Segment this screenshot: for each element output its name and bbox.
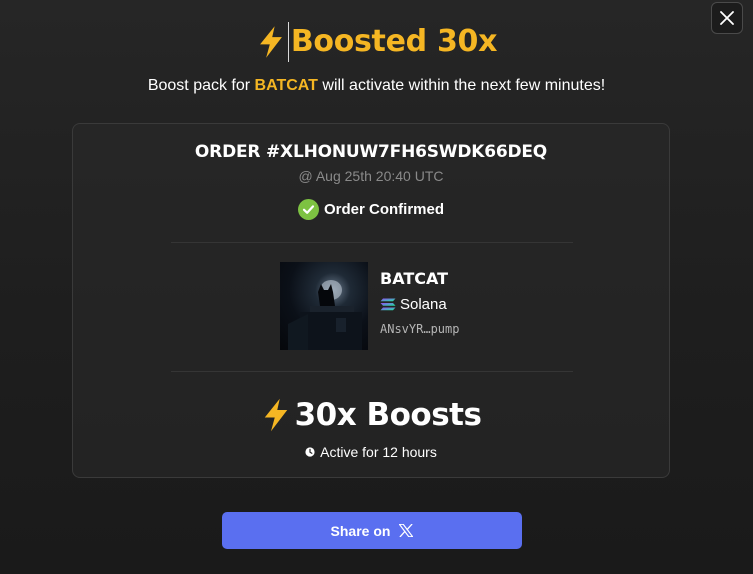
subtitle-token: BATCAT — [254, 77, 318, 94]
subtitle: Boost pack for BATCAT will activate with… — [0, 77, 753, 95]
modal-title: Boosted 30x — [0, 22, 753, 62]
check-circle-icon — [297, 199, 319, 220]
order-card: ORDER #XLHONUW7FH6SWDK66DEQ @ Aug 25th 2… — [72, 123, 670, 478]
token-info: BATCAT Solana ANsvYR…pump — [380, 262, 459, 350]
boost-duration: Active for 12 hours — [73, 444, 669, 460]
chain-row: Solana — [380, 296, 459, 313]
boost-amount: 30x Boosts — [73, 397, 669, 433]
title-text: Boosted 30x — [287, 22, 497, 62]
subtitle-suffix: will activate within the next few minute… — [317, 77, 606, 94]
token-image — [280, 262, 368, 350]
lightning-icon — [259, 26, 282, 58]
token-name: BATCAT — [380, 269, 449, 288]
share-label: Share on — [330, 522, 391, 539]
lightning-icon — [264, 398, 287, 432]
boost-amount-label: 30x Boosts — [294, 397, 482, 433]
x-logo-icon — [399, 524, 414, 537]
status-text: Order Confirmed — [323, 201, 444, 218]
token-address[interactable]: ANsvYR…pump — [380, 322, 459, 336]
token-image-graphic — [288, 280, 362, 350]
duration-text: Active for 12 hours — [320, 444, 437, 460]
clock-icon — [305, 447, 315, 457]
subtitle-prefix: Boost pack for — [147, 77, 255, 94]
order-status: Order Confirmed — [73, 199, 669, 220]
divider — [171, 242, 573, 243]
divider — [171, 371, 573, 372]
order-id: ORDER #XLHONUW7FH6SWDK66DEQ — [194, 142, 548, 162]
share-on-x-button[interactable]: Share on — [222, 512, 522, 549]
token-summary: BATCAT Solana ANsvYR…pump — [280, 262, 459, 350]
solana-icon — [380, 298, 396, 311]
order-timestamp: @ Aug 25th 20:40 UTC — [298, 168, 444, 184]
chain-name: Solana — [400, 296, 447, 313]
